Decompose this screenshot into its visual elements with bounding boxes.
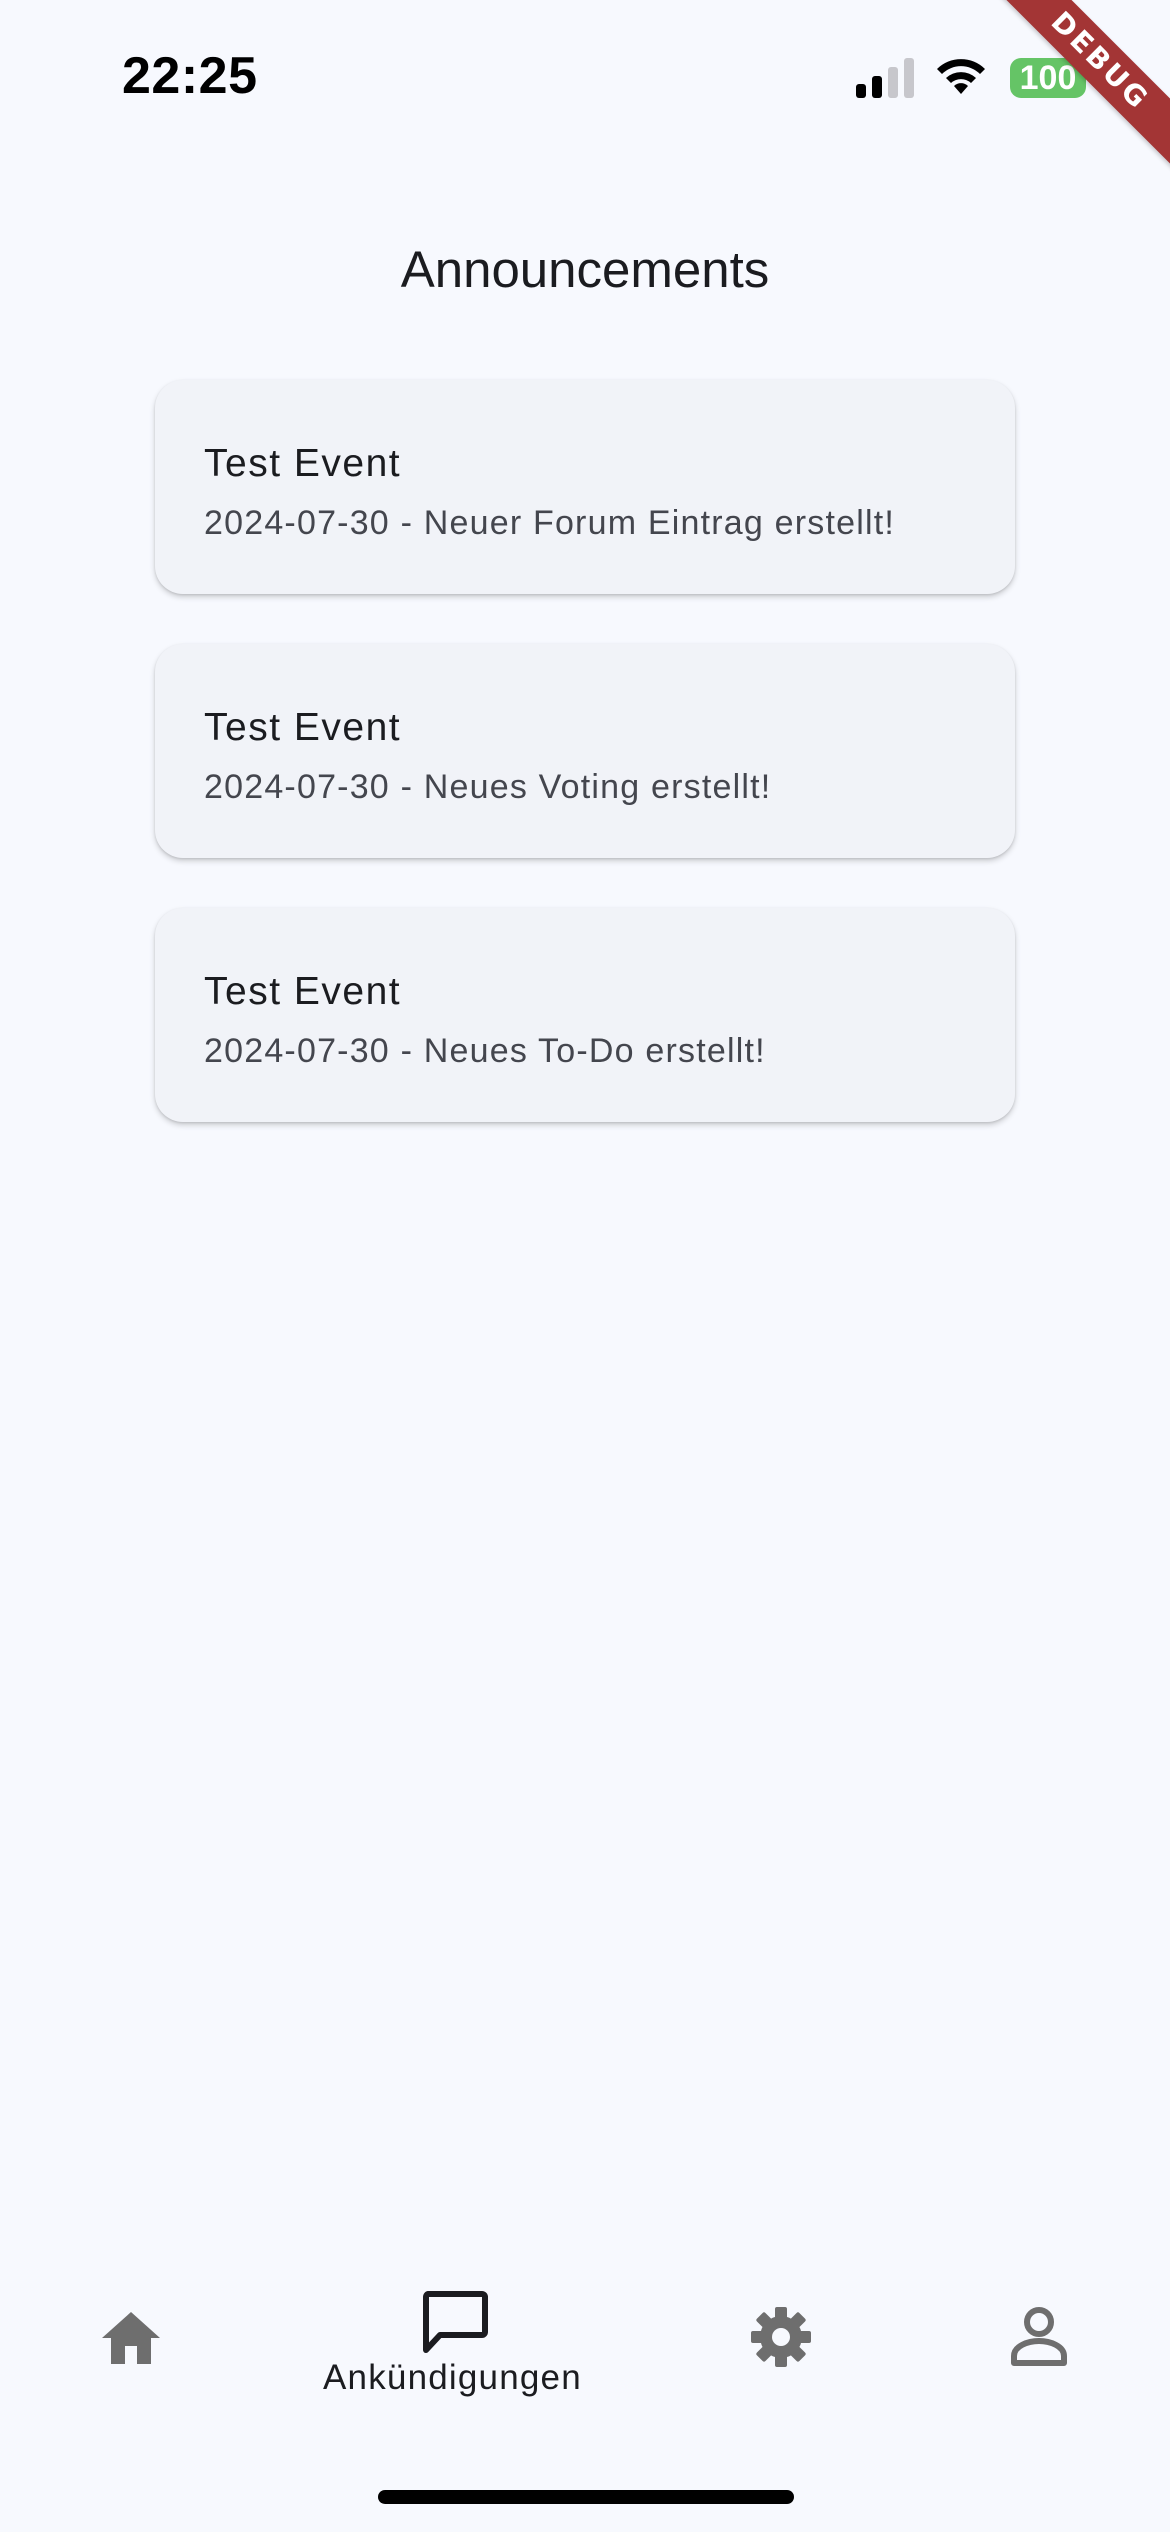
announcement-card[interactable]: Test Event 2024-07-30 - Neues Voting ers… — [155, 644, 1015, 858]
announcement-card[interactable]: Test Event 2024-07-30 - Neues To-Do erst… — [155, 908, 1015, 1122]
chat-bubble-icon — [423, 2291, 488, 2353]
announcement-subtitle: 2024-07-30 - Neues Voting erstellt! — [204, 768, 772, 806]
wifi-icon — [937, 59, 985, 94]
announcement-subtitle: 2024-07-30 - Neuer Forum Eintrag erstell… — [204, 504, 896, 542]
announcement-subtitle: 2024-07-30 - Neues To-Do erstellt! — [204, 1032, 766, 1070]
nav-item-home[interactable] — [60, 2250, 200, 2420]
bottom-navigation: Ankündigungen — [0, 2250, 1170, 2450]
person-icon — [1011, 2307, 1067, 2366]
debug-banner: DEBUG — [928, 0, 1170, 233]
nav-item-announcements[interactable]: Ankündigungen — [305, 2250, 605, 2420]
cellular-signal-icon — [856, 58, 914, 98]
home-icon — [102, 2312, 160, 2364]
nav-item-profile[interactable] — [970, 2250, 1110, 2420]
announcement-card[interactable]: Test Event 2024-07-30 - Neuer Forum Eint… — [155, 380, 1015, 594]
nav-item-settings[interactable] — [710, 2250, 850, 2420]
announcements-screen: 22:25 100 DEBUG Announcements Test Event… — [0, 0, 1170, 2532]
page-title: Announcements — [400, 241, 770, 298]
announcement-title: Test Event — [204, 442, 402, 485]
announcement-title: Test Event — [204, 970, 402, 1013]
announcement-title: Test Event — [204, 706, 402, 749]
gear-icon — [751, 2307, 811, 2367]
status-time: 22:25 — [122, 47, 258, 105]
home-indicator[interactable] — [378, 2490, 794, 2504]
nav-label-announcements: Ankündigungen — [323, 2358, 582, 2397]
